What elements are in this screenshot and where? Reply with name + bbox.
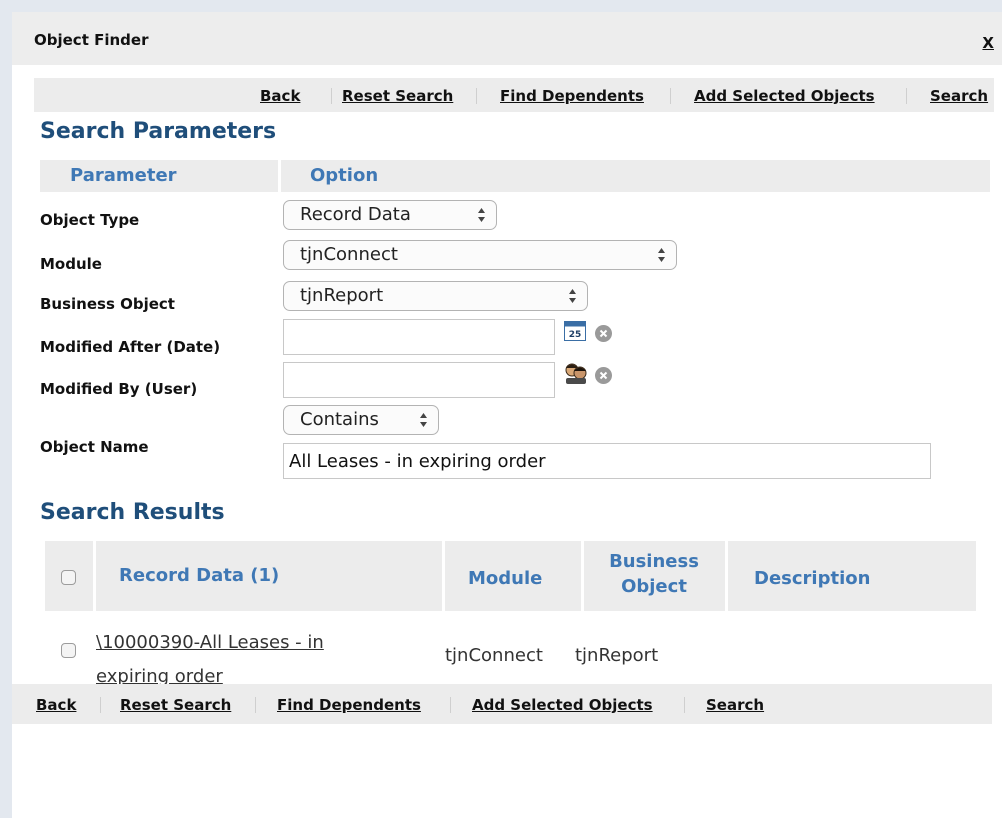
toolbar-separator [331, 88, 332, 104]
business-object-value: tjnReport [300, 285, 384, 306]
module-select[interactable]: tjnConnect [283, 240, 677, 270]
result-business-object-cell: tjnReport [575, 645, 659, 666]
business-object-header-line2: Object [621, 576, 687, 597]
toolbar-separator [255, 697, 256, 713]
object-name-match-select[interactable]: Contains [283, 405, 439, 435]
column-divider [93, 541, 96, 611]
reset-search-link[interactable]: Reset Search [342, 87, 453, 105]
back-link[interactable]: Back [260, 87, 300, 105]
toolbar-separator [476, 88, 477, 104]
module-label: Module [40, 255, 102, 273]
match-mode-value: Contains [300, 409, 379, 430]
module-column-header[interactable]: Module [468, 568, 542, 589]
svg-text:25: 25 [569, 330, 582, 340]
clear-user-icon[interactable] [595, 367, 612, 384]
business-object-label: Business Object [40, 295, 175, 313]
find-dependents-link[interactable]: Find Dependents [277, 696, 421, 714]
select-arrows-icon [420, 413, 427, 427]
modified-after-label: Modified After (Date) [40, 338, 221, 356]
dialog-titlebar: Object Finder X [12, 12, 1002, 65]
add-selected-objects-link[interactable]: Add Selected Objects [472, 696, 653, 714]
close-button[interactable]: X [982, 34, 994, 52]
search-link[interactable]: Search [706, 696, 764, 714]
find-dependents-link[interactable]: Find Dependents [500, 87, 644, 105]
add-selected-objects-link[interactable]: Add Selected Objects [694, 87, 875, 105]
search-link[interactable]: Search [930, 87, 988, 105]
toolbar-separator [670, 88, 671, 104]
object-type-select[interactable]: Record Data [283, 200, 497, 230]
description-column-header[interactable]: Description [754, 568, 870, 589]
toolbar-separator [684, 697, 685, 713]
object-type-label: Object Type [40, 211, 140, 229]
row-checkbox[interactable] [61, 643, 76, 658]
business-object-header-line1: Business [609, 551, 699, 572]
toolbar-separator [450, 697, 451, 713]
object-name-input[interactable]: All Leases - in expiring order [283, 443, 931, 479]
reset-search-link[interactable]: Reset Search [120, 696, 231, 714]
toolbar-separator [906, 88, 907, 104]
column-divider [442, 541, 445, 611]
top-toolbar: Back Reset Search Find Dependents Add Se… [34, 78, 994, 112]
bottom-toolbar: Back Reset Search Find Dependents Add Se… [12, 684, 992, 724]
result-module-cell: tjnConnect [445, 645, 543, 666]
select-arrows-icon [569, 289, 576, 303]
dialog-title: Object Finder [34, 31, 149, 49]
search-parameters-heading: Search Parameters [40, 119, 277, 144]
parameter-column-header: Parameter [70, 165, 177, 186]
calendar-icon[interactable]: 25 [564, 321, 586, 341]
object-type-value: Record Data [300, 204, 411, 225]
option-column-header: Option [310, 165, 379, 186]
modified-by-input[interactable] [283, 362, 555, 398]
column-divider [725, 541, 728, 611]
business-object-column-header[interactable]: Business Object [584, 551, 724, 597]
parameter-table-header: Parameter Option [40, 160, 990, 192]
business-object-select[interactable]: tjnReport [283, 281, 588, 311]
record-data-column-header[interactable]: Record Data (1) [119, 565, 279, 586]
select-all-checkbox[interactable] [61, 570, 76, 585]
search-results-heading: Search Results [40, 500, 225, 525]
back-link[interactable]: Back [36, 696, 76, 714]
select-arrows-icon [658, 248, 665, 262]
results-table-header: Record Data (1) Module Business Object D… [45, 541, 976, 611]
column-divider [278, 160, 281, 192]
select-arrows-icon [478, 208, 485, 222]
user-picker-icon[interactable] [563, 361, 589, 385]
toolbar-separator [100, 697, 101, 713]
clear-date-icon[interactable] [595, 325, 612, 342]
module-value: tjnConnect [300, 244, 398, 265]
object-name-label: Object Name [40, 438, 149, 456]
modified-by-label: Modified By (User) [40, 380, 198, 398]
modified-after-input[interactable] [283, 319, 555, 355]
